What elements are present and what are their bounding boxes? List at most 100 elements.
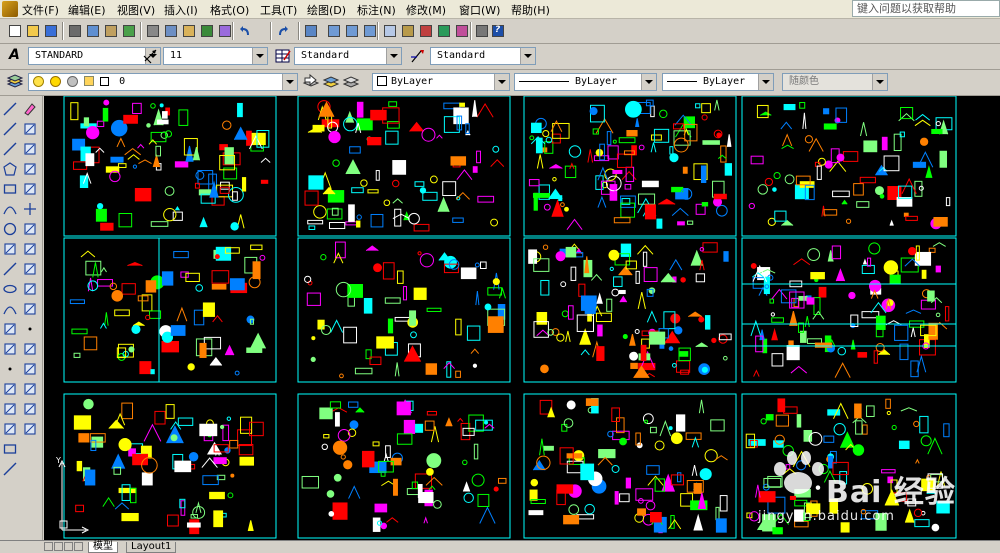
properties-icon[interactable]: [381, 22, 399, 40]
standard-toolbar: ?: [0, 19, 1000, 44]
menu-item-1[interactable]: 编辑(E): [68, 2, 106, 18]
rotate-icon[interactable]: [23, 222, 37, 236]
new-icon[interactable]: [6, 22, 24, 40]
menu-item-3[interactable]: 插入(I): [164, 2, 198, 18]
construction-line-icon[interactable]: [3, 122, 17, 136]
linetype-preview: [519, 80, 569, 82]
open-icon[interactable]: [24, 22, 42, 40]
make-layer-current-icon[interactable]: [302, 73, 320, 91]
text-style-icon[interactable]: A: [6, 47, 24, 65]
line-icon[interactable]: [3, 102, 17, 116]
dim-text-height-select[interactable]: 11: [163, 47, 268, 65]
multiline-text-icon[interactable]: [3, 462, 17, 476]
tab-layout1[interactable]: Layout1: [126, 542, 177, 553]
menu-item-5[interactable]: 工具(T): [260, 2, 297, 18]
revision-cloud-icon[interactable]: [3, 242, 17, 256]
color-select[interactable]: ByLayer: [372, 73, 510, 91]
erase-icon[interactable]: [23, 102, 37, 116]
arc-icon[interactable]: [3, 202, 17, 216]
help-search-input[interactable]: 键入问题以获取帮助: [852, 0, 1000, 17]
match-properties-icon[interactable]: [198, 22, 216, 40]
zoom-realtime-icon[interactable]: [325, 22, 343, 40]
copy-object-icon[interactable]: [23, 122, 37, 136]
menu-item-10[interactable]: 帮助(H): [511, 2, 550, 18]
join-icon[interactable]: [23, 362, 37, 376]
ellipse-arc-icon[interactable]: [3, 302, 17, 316]
point-icon[interactable]: [3, 362, 17, 376]
menu-item-4[interactable]: 格式(O): [210, 2, 249, 18]
drawing-sheet: [297, 393, 511, 539]
first-tab-button[interactable]: [44, 542, 53, 551]
fillet-icon[interactable]: [23, 402, 37, 416]
table-style-icon[interactable]: [274, 47, 292, 65]
ellipse-icon[interactable]: [3, 282, 17, 296]
menu-item-0[interactable]: 文件(F): [22, 2, 59, 18]
copy-icon[interactable]: [162, 22, 180, 40]
move-icon[interactable]: [23, 202, 37, 216]
layer-color-swatch: [100, 76, 110, 86]
cut-icon[interactable]: [144, 22, 162, 40]
lineweight-select[interactable]: ByLayer: [662, 73, 774, 91]
array-icon[interactable]: [23, 182, 37, 196]
offset-icon[interactable]: [23, 162, 37, 176]
menu-item-2[interactable]: 视图(V): [117, 2, 155, 18]
make-block-icon[interactable]: [3, 342, 17, 356]
toolbar-separator: [232, 22, 234, 40]
break-at-point-icon[interactable]: [23, 322, 37, 336]
mirror-icon[interactable]: [23, 142, 37, 156]
layer-manager-icon[interactable]: [6, 73, 24, 91]
menu-item-8[interactable]: 修改(M): [406, 2, 446, 18]
hatch-icon[interactable]: [3, 382, 17, 396]
polyline-icon[interactable]: [3, 142, 17, 156]
insert-block-icon[interactable]: [3, 322, 17, 336]
3d-dwf-icon[interactable]: [120, 22, 138, 40]
tab-model[interactable]: 模型: [88, 542, 118, 553]
table-style-select[interactable]: Standard: [430, 47, 536, 65]
layer-previous-icon[interactable]: [322, 73, 340, 91]
menu-item-9[interactable]: 窗口(W): [459, 2, 500, 18]
save-icon[interactable]: [42, 22, 60, 40]
tool-palettes-icon[interactable]: [417, 22, 435, 40]
lineweight-preview: [667, 80, 697, 82]
layer-select[interactable]: 0: [28, 73, 298, 91]
paste-icon[interactable]: [180, 22, 198, 40]
chamfer-icon[interactable]: [23, 382, 37, 396]
prev-tab-button[interactable]: [54, 542, 63, 551]
scale-icon[interactable]: [23, 242, 37, 256]
rectangle-icon[interactable]: [3, 182, 17, 196]
linetype-select[interactable]: ByLayer: [514, 73, 657, 91]
break-icon[interactable]: [23, 342, 37, 356]
plot-preview-icon[interactable]: [84, 22, 102, 40]
table-icon[interactable]: [3, 442, 17, 456]
explode-icon[interactable]: [23, 422, 37, 436]
dimension-style-icon[interactable]: [142, 47, 160, 65]
pan-icon[interactable]: [302, 22, 320, 40]
region-icon[interactable]: [3, 422, 17, 436]
layer-states-icon[interactable]: [342, 73, 360, 91]
next-tab-button[interactable]: [64, 542, 73, 551]
last-tab-button[interactable]: [74, 542, 83, 551]
spline-icon[interactable]: [3, 262, 17, 276]
dimension-style-select[interactable]: Standard: [294, 47, 402, 65]
design-center-icon[interactable]: [399, 22, 417, 40]
help-icon[interactable]: ?: [489, 22, 507, 40]
multileader-style-icon[interactable]: [409, 47, 427, 65]
sheet-set-icon[interactable]: [435, 22, 453, 40]
polygon-icon[interactable]: [3, 162, 17, 176]
stretch-icon[interactable]: [23, 262, 37, 276]
undo-icon[interactable]: [236, 22, 254, 40]
autocad-logo-icon[interactable]: [2, 1, 18, 17]
extend-icon[interactable]: [23, 302, 37, 316]
circle-icon[interactable]: [3, 222, 17, 236]
menu-item-6[interactable]: 绘图(D): [307, 2, 346, 18]
markup-icon[interactable]: [453, 22, 471, 40]
redo-icon[interactable]: [274, 22, 292, 40]
publish-icon[interactable]: [102, 22, 120, 40]
menu-bar: 文件(F) 编辑(E) 视图(V) 插入(I) 格式(O) 工具(T) 绘图(D) 标注(N)…: [0, 0, 1000, 19]
menu-item-7[interactable]: 标注(N): [357, 2, 396, 18]
plot-icon[interactable]: [66, 22, 84, 40]
color-swatch: [377, 76, 387, 86]
gradient-icon[interactable]: [3, 402, 17, 416]
zoom-window-icon[interactable]: [343, 22, 361, 40]
trim-icon[interactable]: [23, 282, 37, 296]
